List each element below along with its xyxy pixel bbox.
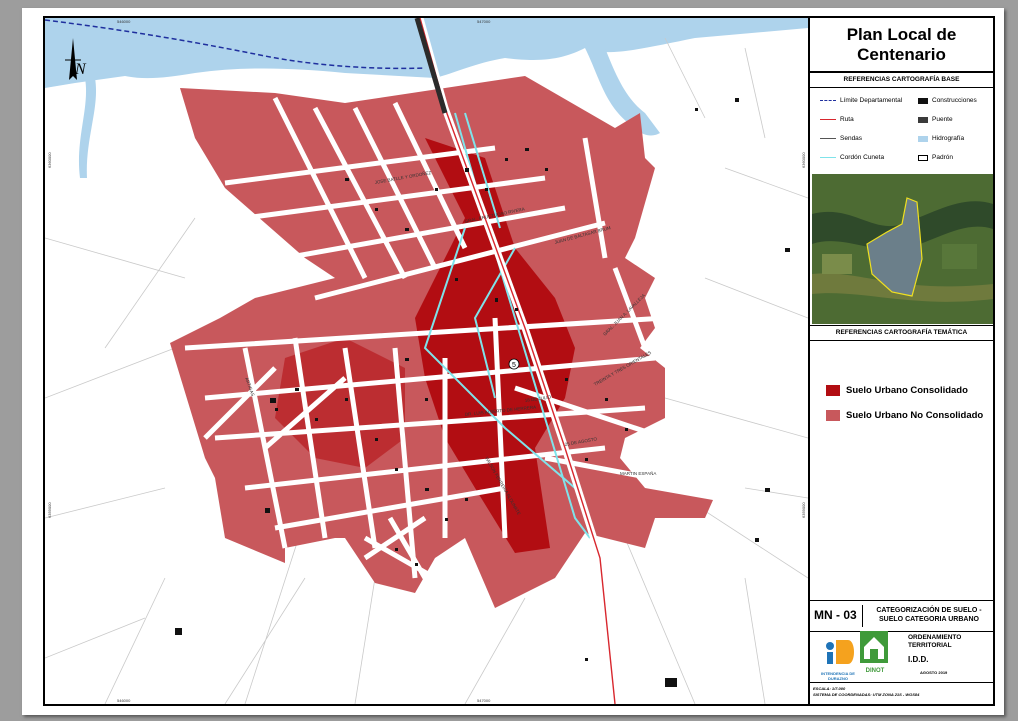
legend-label: Sendas [840,135,863,142]
satellite-locator-image [812,174,993,324]
base-legend-header: REFERENCIAS CARTOGRAFÍA BASE [810,72,993,88]
map-description: CATEGORIZACIÓN DE SUELO - SUELO CATEGORI… [876,607,982,623]
thematic-legend-item: Suelo Urbano No Consolidado [826,410,983,421]
non-consolidated-swatch-icon [826,410,840,421]
thematic-label: Suelo Urbano No Consolidado [846,410,984,421]
coord-top-2: 547000 [477,19,491,24]
thematic-legend-header: REFERENCIAS CARTOGRAFÍA TEMÁTICA [810,325,993,341]
divider [862,605,863,627]
crs-text: SISTEMA DE COORDENADAS: UTM ZONA 21S - W… [813,692,920,697]
legend-item: Hidrografía [918,135,964,142]
dinot-logo-icon: DINOT [860,631,890,679]
legend-label: Cordón Cuneta [840,154,885,161]
legend-label: Hidrografía [932,135,965,142]
org-abbr: I.D.D. [908,655,929,664]
date: AGOSTO 2019 [920,670,948,675]
consolidated-swatch-icon [826,385,840,396]
legend-label: Padrón [932,154,953,161]
legend-label: Ruta [840,116,854,123]
legend-panel: Plan Local de Centenario REFERENCIAS CAR… [808,18,993,704]
coord-left-1: 6360000 [47,152,52,168]
route-number: 5 [512,362,516,369]
legend-label: Límite Departamental [840,97,903,104]
black-box-icon [918,97,928,104]
street-label: MARTIN ESPAÑA [620,470,656,476]
durazno-logo-icon: INTENDENCIA DE DURAZNO [818,636,858,681]
map-code-block: MN - 03 CATEGORIZACIÓN DE SUELO - SUELO … [810,600,993,632]
legend-label: Puente [932,116,953,123]
blue-box-icon [918,135,928,142]
legend-item: Puente [918,116,953,123]
legend-item: Límite Departamental [820,97,902,104]
thematic-legend-item: Suelo Urbano Consolidado [826,385,968,396]
svg-text:N: N [74,61,87,78]
org-name: ORDENAMIENTO TERRITORIAL [908,634,962,649]
coord-left-2: 6359000 [47,502,52,518]
cyan-line-icon [820,157,836,158]
coord-top-1: 546000 [117,19,131,24]
dashed-line-icon [820,100,836,101]
durazno-logo-text: INTENDENCIA DE DURAZNO [821,671,855,681]
legend-label: Construcciones [932,97,977,104]
map-svg: 5 N 546000 547000 546000 547000 6360000 … [45,18,808,704]
outline-box-icon [918,154,928,161]
scale-text: ESCALA: 1/7.000 [813,686,846,691]
gray-line-icon [820,138,836,139]
legend-item: Construcciones [918,97,977,104]
legend-item: Cordón Cuneta [820,154,884,161]
coord-bottom-2: 547000 [477,698,491,703]
panel-title: Plan Local de Centenario [810,18,993,72]
map-code: MN - 03 [814,608,857,622]
red-line-icon [820,119,836,120]
legend-item: Sendas [820,135,862,142]
coord-right-2: 6359000 [801,502,806,518]
dinot-logo-text: DINOT [865,668,885,674]
coord-right-1: 6360000 [801,152,806,168]
route-shield: 5 [508,358,520,370]
legend-item: Padrón [918,154,953,161]
dark-box-icon [918,116,928,123]
coord-bottom-1: 546000 [117,698,131,703]
creek-west [78,78,97,178]
divider [810,682,993,683]
map-canvas: 5 N 546000 547000 546000 547000 6360000 … [45,18,808,704]
legend-item: Ruta [820,116,854,123]
thematic-label: Suelo Urbano Consolidado [846,385,968,396]
